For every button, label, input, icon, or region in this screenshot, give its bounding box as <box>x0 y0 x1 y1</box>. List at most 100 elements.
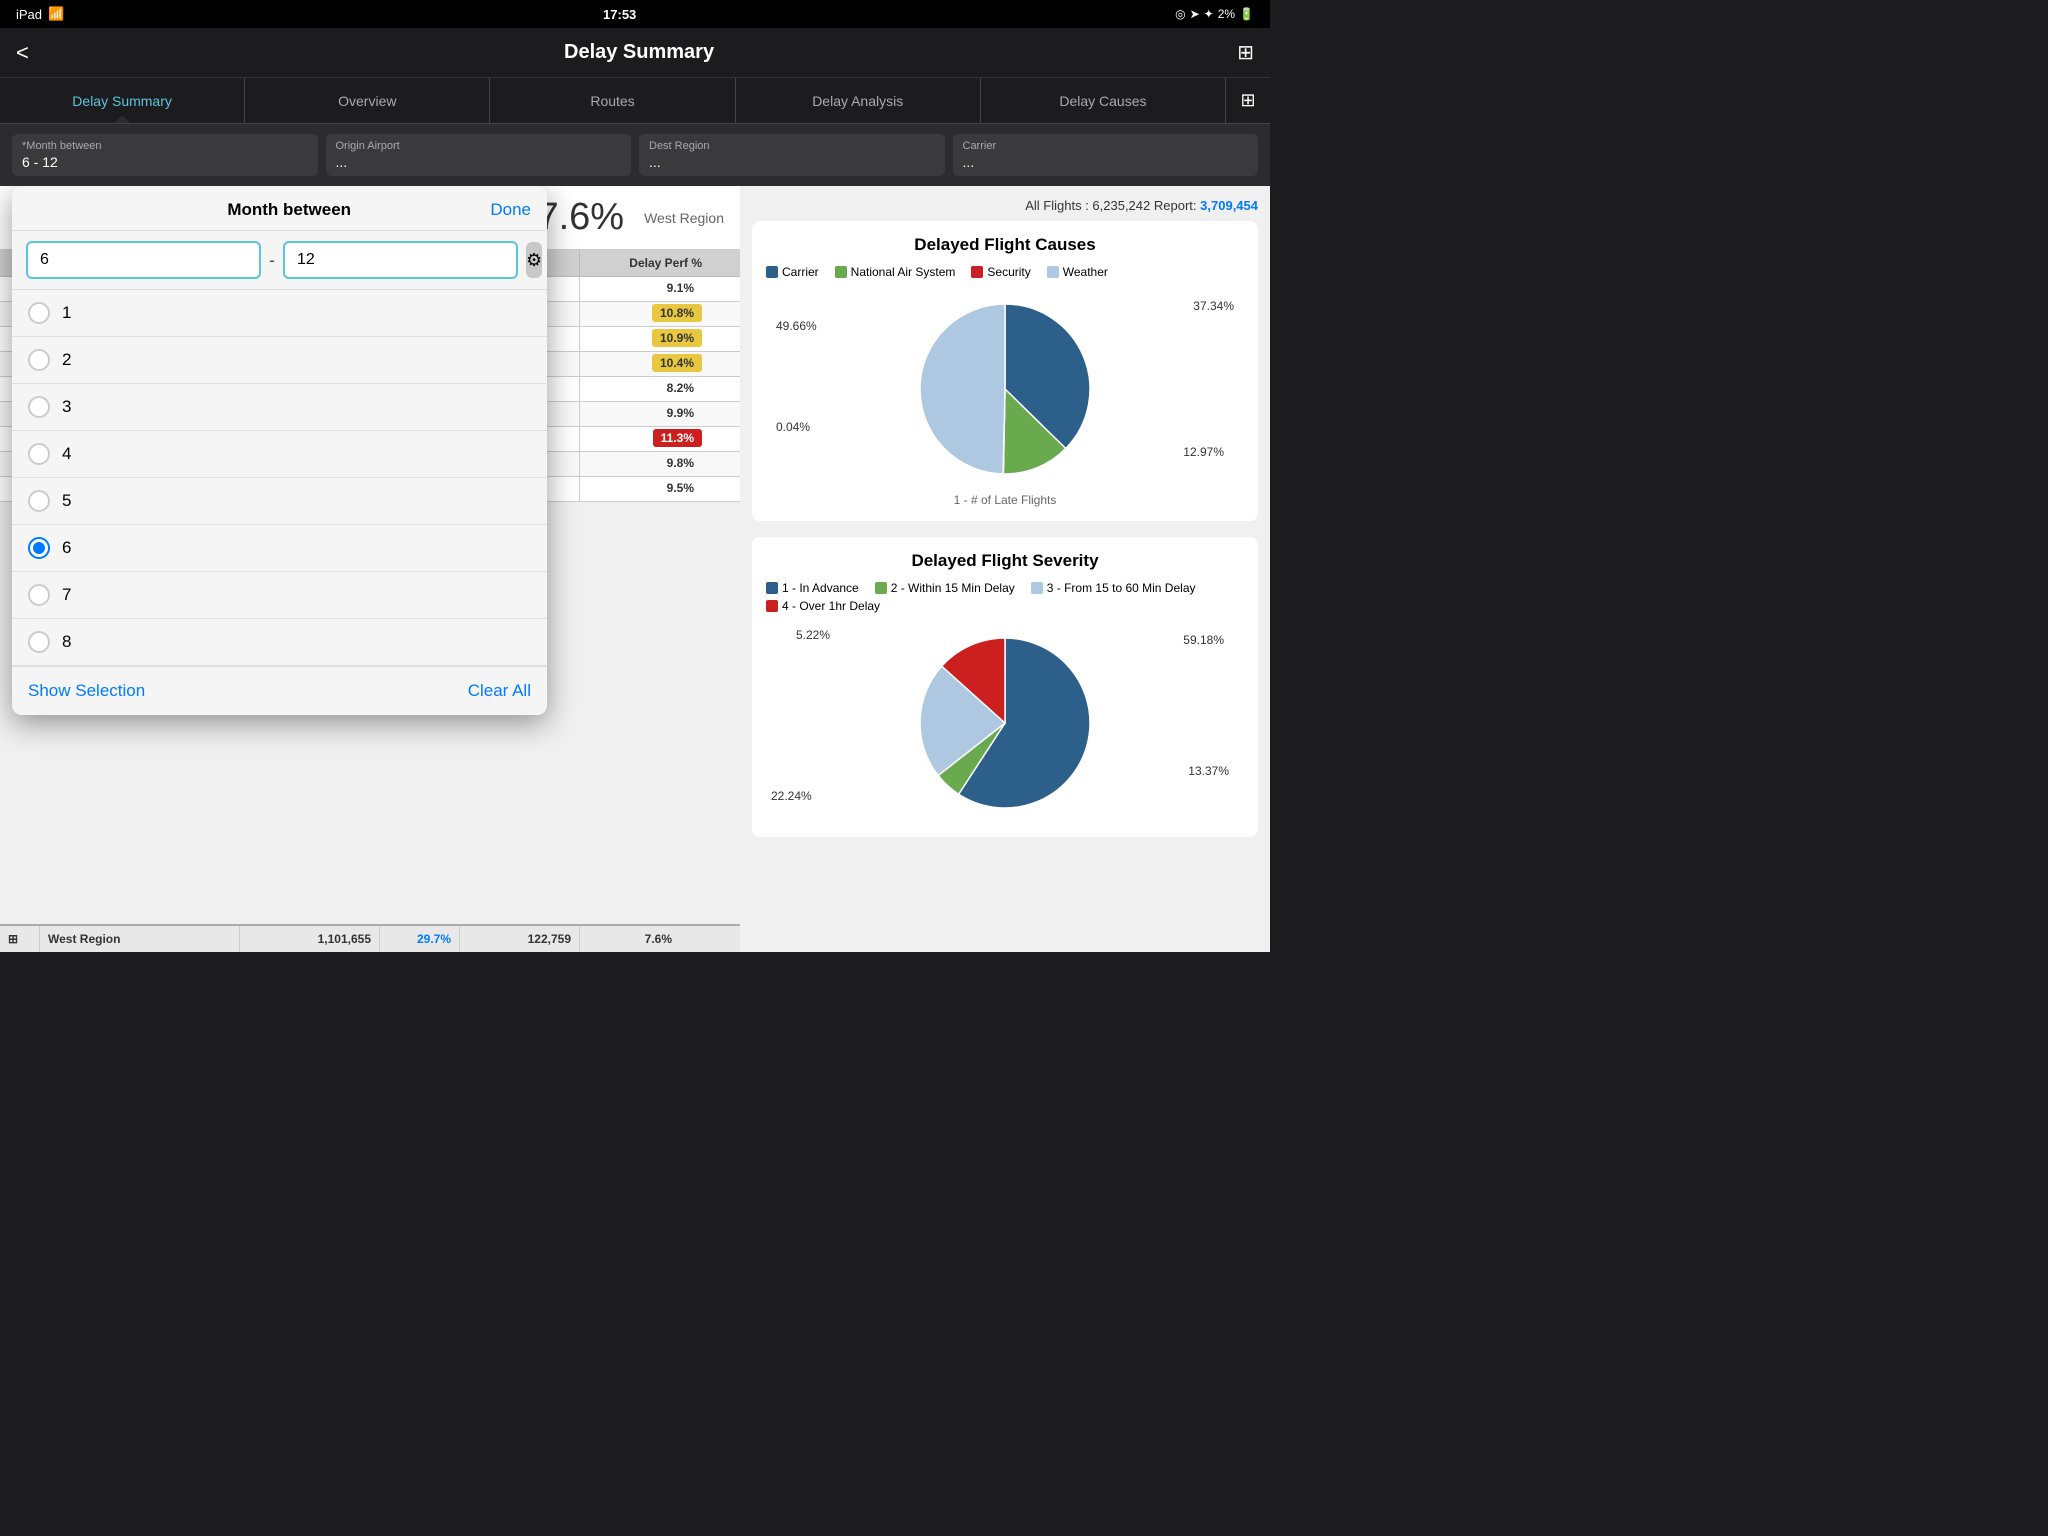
chart2-label-4: 13.37% <box>1188 764 1229 778</box>
report-value[interactable]: 3,709,454 <box>1200 198 1258 213</box>
legend-item: Weather <box>1047 265 1108 279</box>
legend-label: 4 - Over 1hr Delay <box>782 599 880 613</box>
legend-item: 4 - Over 1hr Delay <box>766 599 880 613</box>
chart1-title: Delayed Flight Causes <box>766 235 1244 255</box>
chart2-legend: 1 - In Advance 2 - Within 15 Min Delay 3 -… <box>766 581 1244 613</box>
radio-circle-8 <box>28 631 50 653</box>
more-tabs-button[interactable]: ⊞ <box>1226 78 1270 123</box>
radio-item-3[interactable]: 3 <box>12 384 547 431</box>
range-from-input[interactable] <box>26 241 261 279</box>
legend-color <box>766 600 778 612</box>
radio-label-1: 1 <box>62 303 71 323</box>
gear-button[interactable]: ⚙ <box>526 242 542 278</box>
radio-circle-7 <box>28 584 50 606</box>
filter-dest[interactable]: Dest Region ... <box>639 134 945 176</box>
chart1-label-weather: 49.66% <box>776 319 817 333</box>
month-picker-popup: Month between Done - ⚙ 1 2 3 45 6 7 8 Show Sel… <box>12 186 547 715</box>
legend-color <box>1047 266 1059 278</box>
location-icon: ◎ <box>1175 7 1185 21</box>
radio-circle-5 <box>28 490 50 512</box>
legend-color <box>835 266 847 278</box>
battery-label: 2% <box>1218 7 1235 21</box>
radio-label-6: 6 <box>62 538 71 558</box>
radio-list: 1 2 3 45 6 7 8 <box>12 290 547 666</box>
radio-circle-1 <box>28 302 50 324</box>
tab-bar: Delay Summary Overview Routes Delay Anal… <box>0 78 1270 124</box>
arrow-icon: ➤ <box>1190 7 1200 21</box>
filter-bar: *Month between 6 - 12 Origin Airport ...… <box>0 124 1270 186</box>
chart1-svg <box>905 289 1105 489</box>
back-button[interactable]: < <box>16 40 29 66</box>
chart1-legend: Carrier National Air System Security Weathe… <box>766 265 1244 279</box>
tab-delay-summary[interactable]: Delay Summary <box>0 78 245 123</box>
radio-item-7[interactable]: 7 <box>12 572 547 619</box>
legend-item: 2 - Within 15 Min Delay <box>875 581 1015 595</box>
ipad-label: iPad <box>16 7 42 22</box>
range-inputs: - ⚙ <box>12 231 547 290</box>
tab-overview[interactable]: Overview <box>245 78 490 123</box>
legend-item: 1 - In Advance <box>766 581 859 595</box>
chart2-pie: 59.18% 5.22% 22.24% 13.37% <box>766 623 1244 823</box>
legend-item: National Air System <box>835 265 956 279</box>
filter-dest-value: ... <box>649 154 935 170</box>
legend-item: Security <box>971 265 1030 279</box>
legend-item: Carrier <box>766 265 819 279</box>
tab-delay-causes[interactable]: Delay Causes <box>981 78 1226 123</box>
tab-delay-analysis[interactable]: Delay Analysis <box>736 78 981 123</box>
legend-label: Security <box>987 265 1030 279</box>
chart1-pie: 37.34% 12.97% 0.04% 49.66% <box>766 289 1244 489</box>
legend-label: Weather <box>1063 265 1108 279</box>
radio-item-2[interactable]: 2 <box>12 337 547 384</box>
radio-circle-4 <box>28 443 50 465</box>
left-panel: 7.6% West Region Passenger - Miles (M) D… <box>0 186 740 952</box>
radio-item-4[interactable]: 4 <box>12 431 547 478</box>
status-bar: iPad 📶 17:53 ◎ ➤ ✦ 2% 🔋 <box>0 0 1270 28</box>
report-label: Report: <box>1154 198 1197 213</box>
legend-label: National Air System <box>851 265 956 279</box>
filter-origin[interactable]: Origin Airport ... <box>326 134 632 176</box>
show-selection-button[interactable]: Show Selection <box>28 681 145 701</box>
radio-label-3: 3 <box>62 397 71 417</box>
popup-overlay: Month between Done - ⚙ 1 2 3 45 6 7 8 Show Sel… <box>0 186 740 952</box>
filter-carrier-label: Carrier <box>963 140 1249 152</box>
chart-delayed-flight-severity: Delayed Flight Severity 1 - In Advance 2 … <box>752 537 1258 837</box>
legend-color <box>971 266 983 278</box>
chart2-label-1: 59.18% <box>1183 633 1224 647</box>
radio-label-7: 7 <box>62 585 71 605</box>
range-to-input[interactable] <box>283 241 518 279</box>
popup-header: Month between Done <box>12 186 547 231</box>
filter-dest-label: Dest Region <box>649 140 935 152</box>
radio-circle-3 <box>28 396 50 418</box>
filter-month-label: *Month between <box>22 140 308 152</box>
legend-label: 2 - Within 15 Min Delay <box>891 581 1015 595</box>
chart-delayed-flight-causes: Delayed Flight Causes Carrier National Ai… <box>752 221 1258 521</box>
filter-origin-value: ... <box>336 154 622 170</box>
radio-item-6[interactable]: 6 <box>12 525 547 572</box>
chart2-title: Delayed Flight Severity <box>766 551 1244 571</box>
chart2-label-3: 22.24% <box>771 789 812 803</box>
radio-item-5[interactable]: 5 <box>12 478 547 525</box>
legend-color <box>875 582 887 594</box>
status-time: 17:53 <box>603 7 636 22</box>
bluetooth-icon: ✦ <box>1204 7 1214 21</box>
radio-item-8[interactable]: 8 <box>12 619 547 666</box>
nav-title: Delay Summary <box>41 41 1237 64</box>
right-panel: All Flights : 6,235,242 Report: 3,709,45… <box>740 186 1270 952</box>
filter-carrier-value: ... <box>963 154 1249 170</box>
popup-done-button[interactable]: Done <box>490 200 531 220</box>
wifi-icon: 📶 <box>48 6 64 22</box>
clear-all-button[interactable]: Clear All <box>468 681 531 701</box>
filter-carrier[interactable]: Carrier ... <box>953 134 1259 176</box>
radio-label-2: 2 <box>62 350 71 370</box>
nav-bar: < Delay Summary ⊞ <box>0 28 1270 78</box>
filter-month[interactable]: *Month between 6 - 12 <box>12 134 318 176</box>
legend-color <box>1031 582 1043 594</box>
radio-item-1[interactable]: 1 <box>12 290 547 337</box>
radio-circle-6 <box>28 537 50 559</box>
legend-color <box>766 582 778 594</box>
filter-month-value: 6 - 12 <box>22 154 308 170</box>
legend-item: 3 - From 15 to 60 Min Delay <box>1031 581 1196 595</box>
tab-routes[interactable]: Routes <box>490 78 735 123</box>
chart2-label-2: 5.22% <box>796 628 830 642</box>
grid-icon[interactable]: ⊞ <box>1237 40 1254 65</box>
